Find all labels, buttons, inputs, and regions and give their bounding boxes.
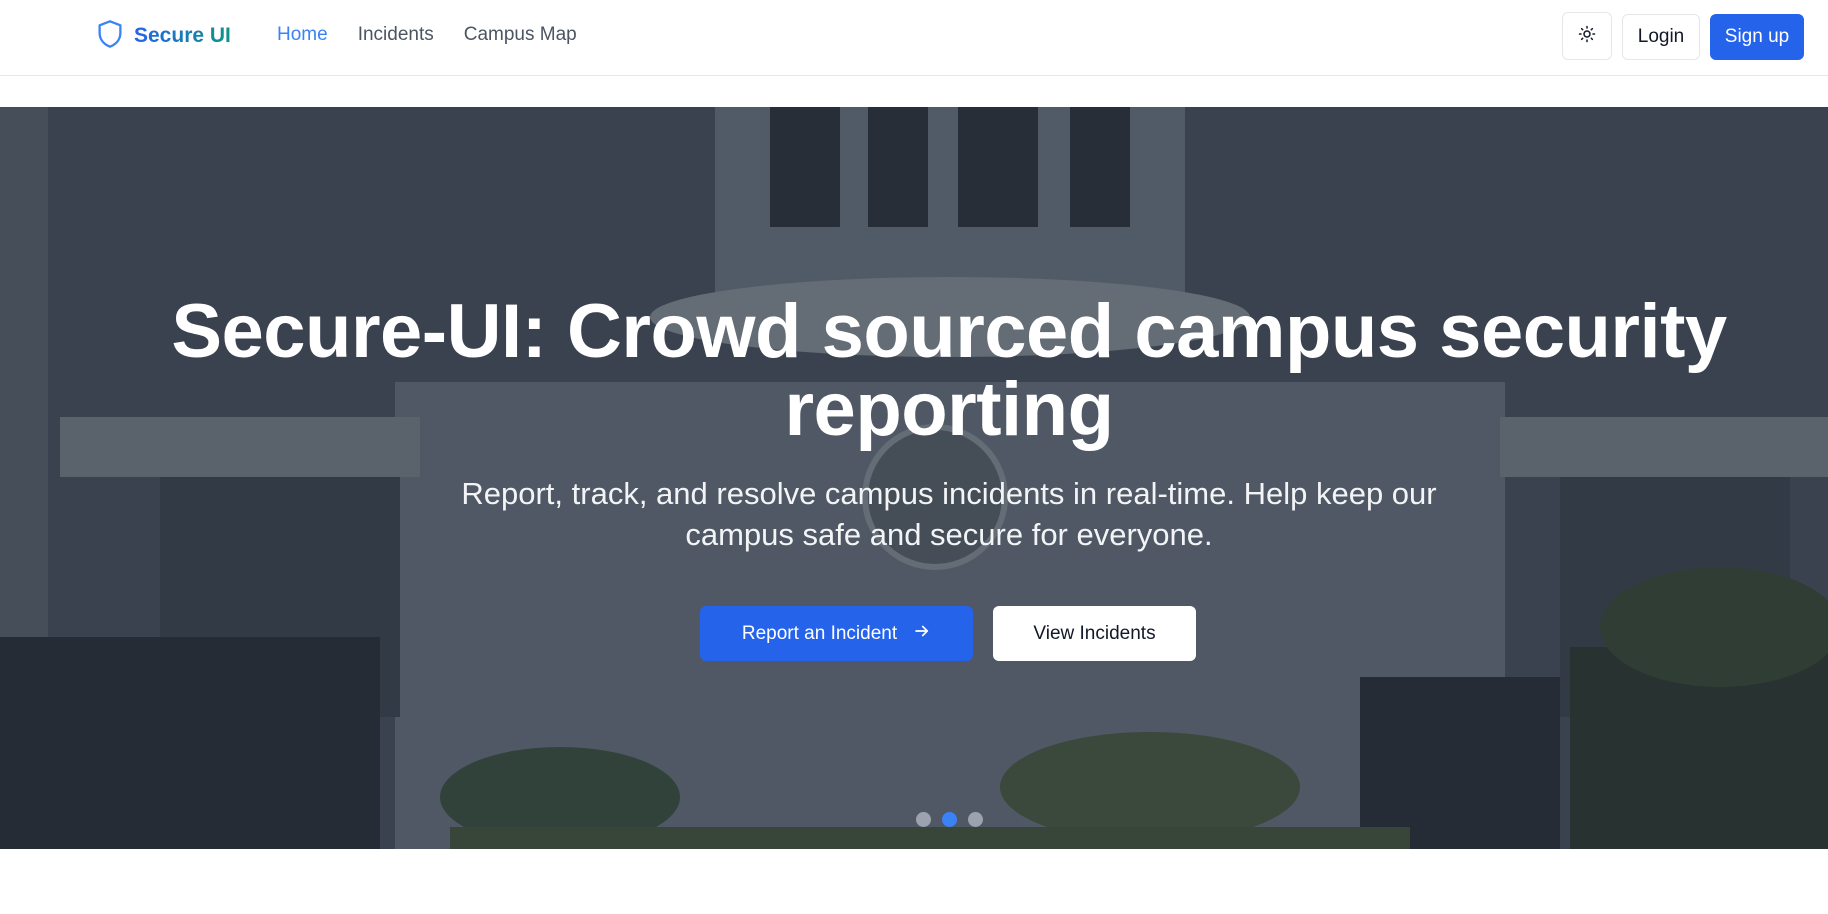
signup-button[interactable]: Sign up: [1710, 14, 1804, 60]
theme-toggle-button[interactable]: [1562, 12, 1612, 60]
nav-link-campus-map[interactable]: Campus Map: [464, 24, 577, 46]
arrow-right-icon: [913, 622, 931, 646]
top-navbar: Secure UI Home Incidents Campus Map Logi…: [0, 0, 1828, 76]
hero-carousel: Secure-UI: Crowd sourced campus security…: [0, 107, 1828, 849]
login-button[interactable]: Login: [1622, 14, 1700, 60]
hero-subtitle: Report, track, and resolve campus incide…: [461, 476, 1437, 552]
nav-link-incidents[interactable]: Incidents: [358, 24, 434, 46]
carousel-indicators: [916, 812, 983, 827]
sun-icon: [1578, 25, 1596, 48]
brand-name: Secure UI: [134, 24, 231, 47]
view-incidents-button[interactable]: View Incidents: [993, 606, 1196, 661]
shield-icon: [96, 19, 124, 54]
carousel-dot-1[interactable]: [916, 812, 931, 827]
nav-link-home[interactable]: Home: [277, 24, 328, 46]
carousel-dot-2[interactable]: [942, 812, 957, 827]
report-incident-label: Report an Incident: [741, 622, 898, 644]
brand-logo-link[interactable]: Secure UI: [96, 19, 231, 54]
report-incident-button[interactable]: Report an Incident: [700, 606, 973, 661]
main-nav: Home Incidents Campus Map: [277, 24, 577, 46]
carousel-dot-3[interactable]: [968, 812, 983, 827]
hero-title: Secure-UI: Crowd sourced campus security…: [171, 289, 1727, 452]
